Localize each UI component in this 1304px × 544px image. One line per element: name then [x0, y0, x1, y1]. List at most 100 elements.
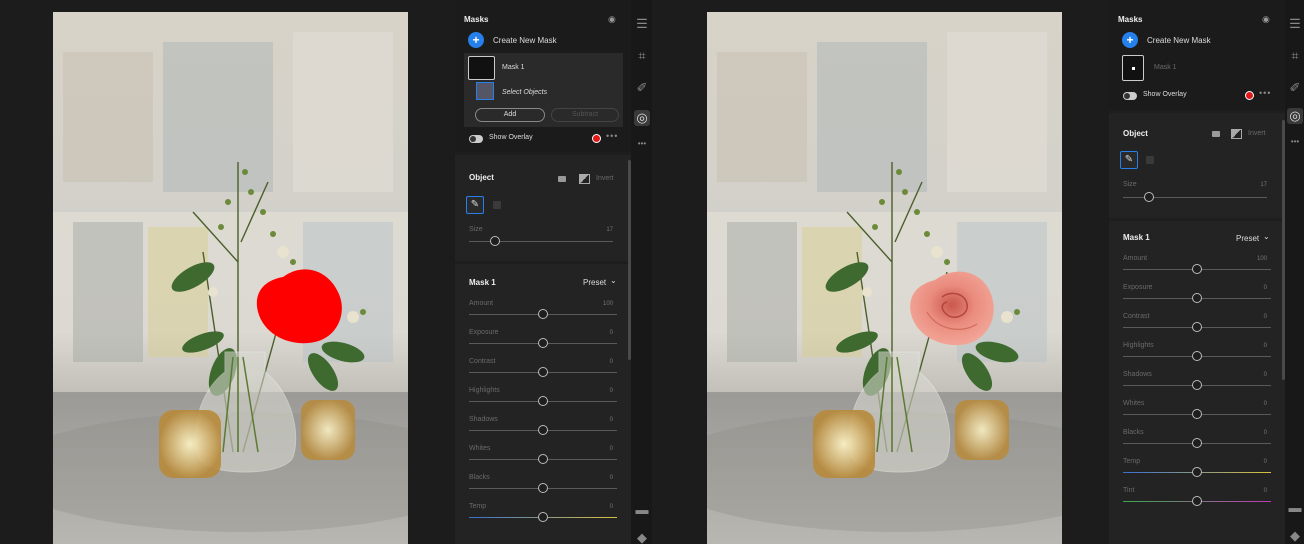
slider-label: Whites — [469, 445, 491, 452]
eye-icon[interactable]: ◉ — [608, 14, 616, 25]
object-brush-button[interactable]: ✎ — [1120, 151, 1138, 169]
object-rect-button[interactable] — [1146, 156, 1154, 164]
slider-track-exposure[interactable] — [469, 338, 617, 348]
slider-knob[interactable] — [1192, 380, 1202, 390]
slider-knob[interactable] — [538, 512, 548, 522]
slider-track-amount[interactable] — [1123, 264, 1271, 274]
slider-track-highlights[interactable] — [1123, 351, 1271, 361]
slider-value: 0 — [1263, 314, 1267, 320]
slider-knob[interactable] — [1192, 293, 1202, 303]
show-overlay-toggle[interactable] — [469, 135, 483, 143]
slider-knob[interactable] — [1192, 467, 1202, 477]
object-brush-button[interactable]: ✎ — [466, 196, 484, 214]
show-overlay-toggle[interactable] — [1123, 92, 1137, 100]
slider-knob[interactable] — [538, 367, 548, 377]
subtract-button[interactable]: Subtract — [551, 108, 619, 122]
size-slider[interactable] — [1123, 192, 1267, 202]
object-rect-button[interactable] — [493, 201, 501, 209]
size-slider-knob[interactable] — [1143, 192, 1154, 202]
slider-knob[interactable] — [1192, 351, 1202, 361]
edit-panel-right: Masks ◉ + Create New Mask Mask 1 Show Ov… — [1109, 0, 1285, 544]
mask-1-thumbnail[interactable] — [468, 56, 495, 80]
invert-icon[interactable] — [579, 174, 590, 184]
slider-knob[interactable] — [1192, 264, 1202, 274]
slider-label: Shadows — [469, 416, 498, 423]
slider-knob[interactable] — [538, 396, 548, 406]
slider-track-highlights[interactable] — [469, 396, 617, 406]
slider-knob[interactable] — [538, 454, 548, 464]
overlay-more-icon[interactable]: ••• — [606, 131, 618, 141]
comment-icon[interactable]: ▬ — [1287, 500, 1303, 516]
chat-icon[interactable] — [1212, 131, 1220, 137]
slider-knob[interactable] — [538, 309, 548, 319]
photo-after[interactable] — [707, 12, 1062, 544]
slider-knob[interactable] — [538, 338, 548, 348]
object-section-right: Object Invert ✎ Size 17 — [1109, 113, 1285, 218]
mask-1-thumbnail[interactable] — [1122, 55, 1144, 81]
masks-title: Masks — [464, 15, 489, 24]
create-new-mask-button[interactable]: Create New Mask — [493, 36, 557, 45]
select-objects-label[interactable]: Select Objects — [502, 89, 547, 96]
create-new-mask-button[interactable]: Create New Mask — [1147, 36, 1211, 45]
slider-track-exposure[interactable] — [1123, 293, 1271, 303]
slider-track-amount[interactable] — [469, 309, 617, 319]
slider-track-temp[interactable] — [469, 512, 617, 522]
overlay-color-swatch[interactable] — [1245, 91, 1254, 100]
slider-track-blacks[interactable] — [469, 483, 617, 493]
chevron-down-icon[interactable]: ⌄ — [610, 276, 617, 285]
size-slider[interactable] — [469, 236, 613, 246]
crop-icon[interactable]: ⌗ — [1287, 48, 1303, 64]
slider-track-tint[interactable] — [1123, 496, 1271, 506]
edit-sliders-icon[interactable]: ☰ — [634, 16, 650, 32]
tag-icon[interactable]: ◆ — [634, 530, 650, 544]
slider-track-whites[interactable] — [469, 454, 617, 464]
slider-track-shadows[interactable] — [1123, 380, 1271, 390]
add-button-label: Add — [503, 111, 517, 118]
crop-icon[interactable]: ⌗ — [634, 48, 650, 64]
slider-knob[interactable] — [1192, 409, 1202, 419]
heal-icon[interactable]: ✐ — [1287, 80, 1303, 96]
select-objects-icon[interactable] — [476, 82, 494, 100]
mask-1-label[interactable]: Mask 1 — [502, 64, 525, 71]
slider-track-contrast[interactable] — [469, 367, 617, 377]
chat-icon[interactable] — [558, 176, 566, 182]
slider-value: 100 — [602, 301, 613, 307]
slider-knob[interactable] — [1192, 496, 1202, 506]
slider-knob[interactable] — [538, 425, 548, 435]
heal-icon[interactable]: ✐ — [634, 80, 650, 96]
slider-track-whites[interactable] — [1123, 409, 1271, 419]
slider-track-contrast[interactable] — [1123, 322, 1271, 332]
slider-knob[interactable] — [538, 483, 548, 493]
mask-1-label[interactable]: Mask 1 — [1154, 64, 1177, 71]
photo-before[interactable] — [53, 12, 408, 544]
comment-icon[interactable]: ▬ — [634, 502, 650, 518]
add-button[interactable]: Add — [475, 108, 545, 122]
overlay-color-swatch[interactable] — [592, 134, 601, 143]
masking-icon[interactable]: ◎ — [634, 110, 650, 126]
invert-label[interactable]: Invert — [1248, 130, 1266, 137]
slider-knob[interactable] — [1192, 322, 1202, 332]
invert-icon[interactable] — [1231, 129, 1242, 139]
slider-track-shadows[interactable] — [469, 425, 617, 435]
invert-label[interactable]: Invert — [596, 175, 614, 182]
overlay-more-icon[interactable]: ••• — [1259, 88, 1271, 98]
slider-knob[interactable] — [1192, 438, 1202, 448]
edit-sliders-icon[interactable]: ☰ — [1287, 16, 1303, 32]
chevron-down-icon[interactable]: ⌄ — [1263, 232, 1270, 241]
mask-adjust-section-right: Mask 1 Preset ⌄ Amount 100 Exposure 0 Contra… — [1109, 221, 1285, 544]
create-mask-plus-icon[interactable]: + — [1122, 32, 1138, 48]
mask-adjust-section: Mask 1 Preset ⌄ Amount 100 Exposure 0 Contra… — [455, 264, 631, 544]
more-icon[interactable]: ••• — [634, 136, 650, 152]
slider-value: 0 — [1263, 401, 1267, 407]
slider-label: Whites — [1123, 400, 1145, 407]
tag-icon[interactable]: ◆ — [1287, 528, 1303, 544]
size-slider-knob[interactable] — [489, 236, 500, 246]
more-icon[interactable]: ••• — [1287, 134, 1303, 150]
slider-track-blacks[interactable] — [1123, 438, 1271, 448]
preset-dropdown[interactable]: Preset — [583, 278, 606, 287]
create-mask-plus-icon[interactable]: + — [468, 32, 484, 48]
eye-icon[interactable]: ◉ — [1262, 14, 1270, 25]
slider-track-temp[interactable] — [1123, 467, 1271, 477]
preset-dropdown[interactable]: Preset — [1236, 234, 1259, 243]
masking-icon[interactable]: ◎ — [1287, 108, 1303, 124]
